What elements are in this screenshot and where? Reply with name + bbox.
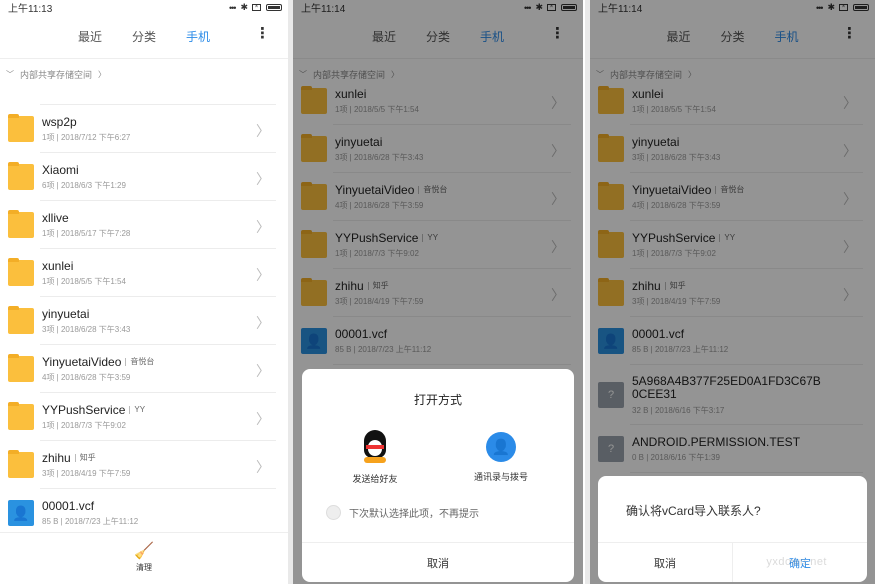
- status-time: 上午11:13: [8, 4, 53, 15]
- chevron-right-icon: 〉: [98, 69, 107, 79]
- item-name: zhihu: [42, 450, 71, 465]
- item-name: Xiaomi: [42, 162, 79, 177]
- folder-icon: [8, 354, 34, 382]
- remember-choice-checkbox[interactable]: 下次默认选择此项，不再提示: [326, 505, 574, 520]
- dialog-message: 确认将vCard导入联系人?: [626, 504, 761, 518]
- folder-icon: [8, 210, 34, 238]
- cancel-button[interactable]: 取消: [302, 542, 574, 582]
- import-vcard-dialog: 确认将vCard导入联系人? 取消 确定 yxdown.net: [598, 476, 867, 582]
- sheet-title: 打开方式: [413, 393, 462, 407]
- chevron-right-icon: 〉: [256, 219, 270, 235]
- tab-phone[interactable]: 手机: [186, 28, 210, 45]
- remember-choice-label: 下次默认选择此项，不再提示: [349, 509, 479, 520]
- folder-icon: [8, 402, 34, 430]
- clean-label: 清理: [136, 563, 152, 572]
- item-name: YinyuetaiVideo: [42, 354, 122, 369]
- item-tag: 知乎: [74, 454, 96, 463]
- item-name: xllive: [42, 210, 69, 225]
- list-item[interactable]: YYPushService YY 1项 | 2018/7/3 下午9:02 〉: [0, 393, 288, 441]
- list-item[interactable]: yinyuetai 3项 | 2018/6/28 下午3:43 〉: [0, 297, 288, 345]
- tab-bar: 最近 分类 手机 ⋮: [0, 14, 288, 59]
- battery-icon: [266, 4, 282, 11]
- status-bar: 上午11:13 ••• ✱ ×: [0, 0, 288, 15]
- file-manager-screen-3: 上午11:14 ••• ✱ × 最近 分类 手机 ⋮ ﹀ 内部共享存储空间 〉 …: [590, 0, 875, 584]
- qq-penguin-icon: [360, 430, 390, 464]
- chevron-right-icon: 〉: [256, 315, 270, 331]
- folder-icon: [8, 306, 34, 334]
- item-tag: 音悦台: [125, 358, 154, 367]
- sim-icon: ×: [252, 4, 261, 11]
- folder-icon: [8, 258, 34, 286]
- item-name: xunlei: [42, 258, 74, 273]
- confirm-button[interactable]: 确定: [732, 543, 867, 582]
- list-item[interactable]: YinyuetaiVideo 音悦台 4项 | 2018/6/28 下午3:59 〉: [0, 345, 288, 393]
- item-info: 1项 | 2018/7/12 下午6:27: [42, 133, 131, 143]
- app-label: 通讯录与拨号: [473, 472, 528, 482]
- folder-icon: [8, 450, 34, 478]
- item-name: yinyuetai: [42, 306, 90, 321]
- signal-dots-icon: •••: [229, 2, 237, 13]
- contacts-icon: 👤: [486, 432, 516, 462]
- item-info: 6项 | 2018/6/3 下午1:29: [42, 181, 126, 191]
- file-list: wsp2p 1项 | 2018/7/12 下午6:27 〉 Xiaomi 6项 | 2…: [0, 81, 288, 537]
- tab-category[interactable]: 分类: [132, 28, 156, 45]
- chevron-right-icon: 〉: [256, 171, 270, 187]
- clean-button[interactable]: 🧹 清理: [0, 532, 288, 584]
- list-item[interactable]: Xiaomi 6项 | 2018/6/3 下午1:29 〉: [0, 153, 288, 201]
- item-info: 85 B | 2018/7/23 上午11:12: [42, 517, 139, 527]
- app-chooser: 发送给好友 👤 通讯录与拨号: [302, 430, 574, 485]
- more-menu-icon[interactable]: ⋮: [255, 26, 270, 42]
- chevron-right-icon: 〉: [256, 411, 270, 427]
- folder-icon: [8, 114, 34, 142]
- breadcrumb-label: 内部共享存储空间: [20, 69, 93, 80]
- file-manager-screen-1: 上午11:13 ••• ✱ × 最近 分类 手机 ⋮ ﹀ 内部共享存储空间 〉 …: [0, 0, 288, 584]
- item-name: wsp2p: [42, 114, 77, 129]
- vcf-icon: 👤: [8, 500, 34, 526]
- chevron-right-icon: 〉: [256, 267, 270, 283]
- list-item[interactable]: 👤 00001.vcf 85 B | 2018/7/23 上午11:12: [0, 489, 288, 537]
- dialog-buttons: 取消 确定: [598, 542, 867, 582]
- item-info: 1项 | 2018/7/3 下午9:02: [42, 421, 126, 431]
- chevron-right-icon: 〉: [256, 459, 270, 475]
- chevron-right-icon: 〉: [256, 363, 270, 379]
- item-info: 1项 | 2018/5/17 下午7:28: [42, 229, 131, 239]
- item-tag: YY: [129, 406, 145, 415]
- item-name: YYPushService: [42, 402, 126, 417]
- tab-recent[interactable]: 最近: [78, 28, 102, 45]
- list-item[interactable]: xunlei 1项 | 2018/5/5 下午1:54 〉: [0, 249, 288, 297]
- app-qq-send-to-friend[interactable]: 发送给好友: [330, 430, 420, 485]
- item-info: 1项 | 2018/5/5 下午1:54: [42, 277, 126, 287]
- chevron-right-icon: 〉: [256, 123, 270, 139]
- chevron-down-icon: ﹀: [6, 69, 14, 79]
- status-icons: ••• ✱ ×: [229, 2, 282, 13]
- bluetooth-icon: ✱: [240, 2, 247, 12]
- list-item[interactable]: wsp2p 1项 | 2018/7/12 下午6:27 〉: [0, 105, 288, 153]
- cancel-button[interactable]: 取消: [598, 543, 732, 582]
- app-label: 发送给好友: [352, 474, 398, 484]
- list-item-partial[interactable]: [0, 81, 288, 105]
- folder-icon: [8, 162, 34, 190]
- open-with-sheet: 打开方式 发送给好友 👤 通讯录与拨号 下次默认选择此项，不再提示 取消: [302, 369, 574, 582]
- broom-icon: 🧹: [134, 543, 154, 560]
- list-item[interactable]: zhihu 知乎 3项 | 2018/4/19 下午7:59 〉: [0, 441, 288, 489]
- file-manager-screen-2: 上午11:14 ••• ✱ × 最近 分类 手机 ⋮ ﹀ 内部共享存储空间 〉 …: [293, 0, 583, 584]
- checkbox-circle-icon: [326, 505, 341, 520]
- item-info: 3项 | 2018/6/28 下午3:43: [42, 325, 131, 335]
- list-item[interactable]: xllive 1项 | 2018/5/17 下午7:28 〉: [0, 201, 288, 249]
- item-info: 4项 | 2018/6/28 下午3:59: [42, 373, 131, 383]
- item-name: 00001.vcf: [42, 498, 95, 513]
- item-info: 3项 | 2018/4/19 下午7:59: [42, 469, 131, 479]
- app-contacts-dialer[interactable]: 👤 通讯录与拨号: [456, 430, 546, 485]
